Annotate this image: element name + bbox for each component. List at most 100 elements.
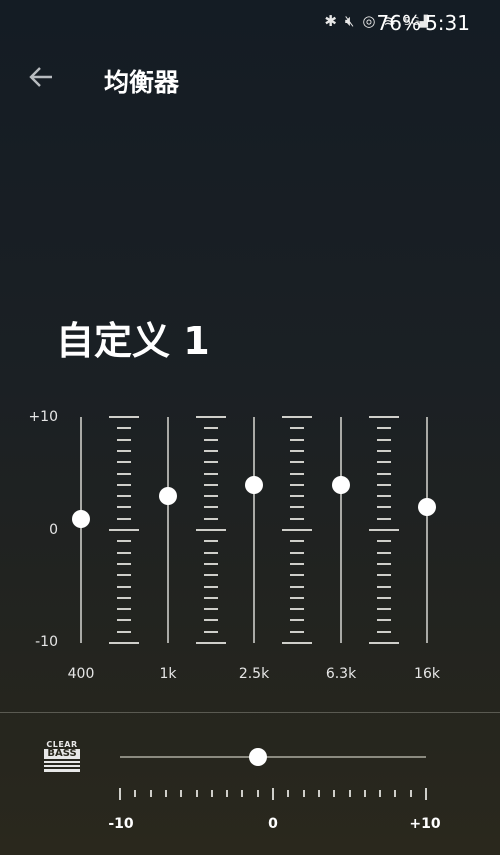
- band-label: 400: [67, 666, 95, 682]
- clear-bass-tick: [134, 790, 137, 797]
- scale-tick: [204, 596, 218, 599]
- scale-tick: [290, 461, 304, 464]
- clear-bass-label-max: +10: [409, 816, 441, 832]
- scale-tick: [196, 416, 226, 418]
- scale-tick: [377, 472, 391, 475]
- band-track-6.3k[interactable]: [340, 417, 342, 643]
- scale-tick: [204, 506, 218, 509]
- scale-tick: [117, 596, 131, 599]
- scale-tick: [204, 472, 218, 475]
- scale-tick: [204, 585, 218, 588]
- clear-bass-tick: [226, 790, 229, 797]
- back-button[interactable]: [26, 62, 56, 92]
- scale-tick: [290, 472, 304, 475]
- scale-tick: [377, 495, 391, 498]
- scale-tick: [117, 630, 131, 633]
- clear-bass-tick: [333, 790, 336, 797]
- clear-bass-tick: [379, 790, 382, 797]
- scale-tick: [204, 495, 218, 498]
- band-knob-400[interactable]: [72, 509, 90, 528]
- band-track-400[interactable]: [80, 417, 82, 643]
- scale-tick: [290, 540, 304, 543]
- scale-tick: [377, 585, 391, 588]
- clock: 5:31: [425, 11, 470, 35]
- page-title: 均衡器: [104, 68, 180, 97]
- scale-tick: [204, 438, 218, 441]
- hotspot-icon: ◎: [362, 12, 376, 30]
- clear-bass-tick: [317, 790, 320, 797]
- scale-tick: [290, 608, 304, 611]
- scale-tick: [290, 596, 304, 599]
- scale-tick: [377, 619, 391, 622]
- scale-tick: [290, 438, 304, 441]
- band-label: 1k: [159, 666, 177, 682]
- scale-tick: [290, 495, 304, 498]
- y-label-mid: 0: [49, 522, 58, 538]
- clear-bass-tick: [119, 788, 121, 800]
- scale-tick: [290, 551, 304, 554]
- scale-tick: [117, 619, 131, 622]
- band-knob-6.3k[interactable]: [332, 475, 350, 494]
- scale-tick: [290, 506, 304, 509]
- band-knob-16k[interactable]: [418, 498, 436, 517]
- scale-tick: [117, 461, 131, 464]
- scale-tick: [117, 540, 131, 543]
- preset-name: 自定义 1: [56, 319, 210, 363]
- scale-tick: [377, 461, 391, 464]
- scale-tick: [377, 562, 391, 565]
- scale-tick: [290, 517, 304, 520]
- scale-tick: [117, 449, 131, 452]
- band-knob-2.5k[interactable]: [245, 475, 263, 494]
- scale-tick: [117, 551, 131, 554]
- scale-tick: [282, 416, 312, 418]
- scale-tick: [377, 506, 391, 509]
- clear-bass-logo: CLEAR BASS: [44, 740, 80, 772]
- band-track-2.5k[interactable]: [253, 417, 255, 643]
- clear-bass-tick: [256, 790, 259, 797]
- clear-bass-tick: [394, 790, 397, 797]
- scale-tick: [369, 529, 399, 531]
- clear-bass-tick: [348, 790, 351, 797]
- bluetooth-icon: ✱: [324, 12, 337, 30]
- scale-tick: [290, 427, 304, 430]
- clear-bass-tick: [210, 790, 213, 797]
- scale-tick: [204, 483, 218, 486]
- scale-tick: [369, 416, 399, 418]
- scale-tick: [204, 574, 218, 577]
- clear-bass-tick: [409, 790, 412, 797]
- clear-bass-tick: [425, 788, 427, 800]
- scale-tick: [377, 574, 391, 577]
- scale-tick: [290, 483, 304, 486]
- band-label: 6.3k: [325, 666, 357, 682]
- scale-tick: [204, 562, 218, 565]
- scale-tick: [117, 608, 131, 611]
- clear-bass-slider-knob[interactable]: [248, 748, 267, 766]
- band-track-1k[interactable]: [167, 417, 169, 643]
- y-label-bottom: -10: [35, 634, 58, 650]
- clear-bass-slider-track[interactable]: [120, 756, 426, 758]
- clear-bass-tick: [180, 790, 183, 797]
- clear-bass-label-min: -10: [108, 816, 134, 832]
- battery-level: 76%: [376, 11, 421, 35]
- scale-tick: [117, 574, 131, 577]
- band-knob-1k[interactable]: [159, 487, 177, 506]
- y-label-top: +10: [28, 409, 58, 425]
- clear-bass-tick: [287, 790, 290, 797]
- scale-tick: [204, 427, 218, 430]
- scale-tick: [204, 517, 218, 520]
- clear-bass-tick: [195, 790, 198, 797]
- scale-tick: [377, 630, 391, 633]
- band-track-16k[interactable]: [426, 417, 428, 643]
- scale-tick: [290, 449, 304, 452]
- scale-tick: [377, 449, 391, 452]
- clear-bass-tick: [363, 790, 366, 797]
- scale-tick: [369, 642, 399, 644]
- clear-bass-tick: [241, 790, 244, 797]
- scale-tick: [204, 551, 218, 554]
- scale-tick: [204, 619, 218, 622]
- scale-tick: [117, 495, 131, 498]
- clear-bass-tick: [272, 788, 274, 800]
- scale-tick: [377, 596, 391, 599]
- scale-tick: [117, 585, 131, 588]
- scale-tick: [290, 585, 304, 588]
